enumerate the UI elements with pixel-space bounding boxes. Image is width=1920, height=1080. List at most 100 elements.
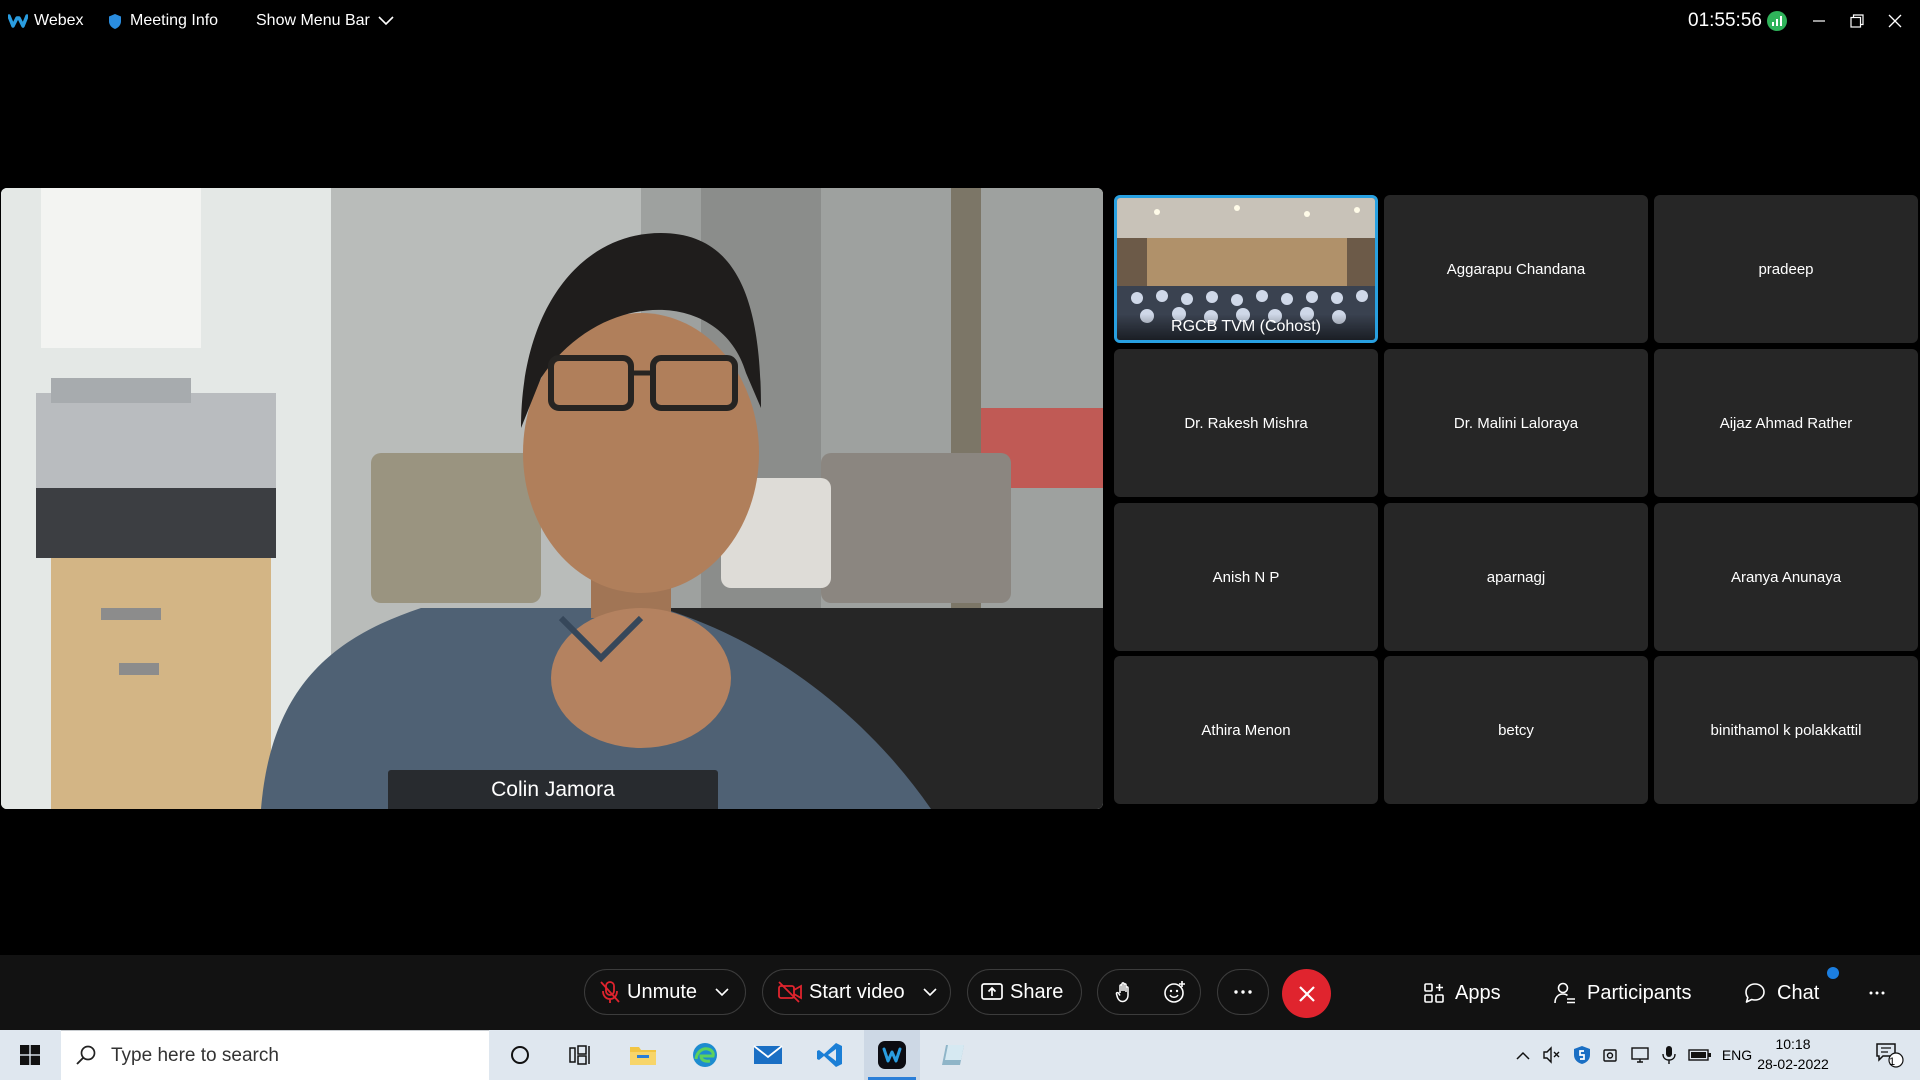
video-off-icon [778,981,802,1003]
clock-date: 28-02-2022 [1757,1056,1829,1072]
participant-tile[interactable]: Aranya Anunaya [1654,503,1918,651]
start-button[interactable] [0,1030,60,1080]
network-status-button[interactable] [1767,0,1787,42]
ellipsis-icon [1869,991,1885,995]
webex-menu[interactable]: Webex [8,0,84,42]
microphone-muted-icon [600,981,620,1003]
webex-logo-icon [8,14,28,28]
participant-tile[interactable]: Aijaz Ahmad Rather [1654,349,1918,497]
webcam-tray-button[interactable] [1598,1030,1624,1080]
chat-bubble-icon [1745,983,1765,1003]
leave-meeting-button[interactable] [1282,969,1331,1018]
apps-label: Apps [1455,981,1501,1004]
notes-app-icon [942,1045,964,1065]
raise-hand-button[interactable] [1098,969,1149,1015]
participant-name: Aranya Anunaya [1730,568,1842,586]
chevron-down-icon [378,16,394,26]
overflow-menu-button[interactable] [1868,975,1896,1011]
raise-hand-icon [1115,982,1129,1003]
webex-app-icon [878,1041,906,1069]
microphone-tray-button[interactable] [1656,1030,1682,1080]
display-tray-button[interactable] [1626,1030,1654,1080]
active-speaker-video[interactable]: Colin Jamora [1,188,1103,809]
more-options-button[interactable] [1217,969,1269,1015]
app-name: Webex [34,12,84,29]
close-button[interactable] [1888,0,1902,42]
hand-reactions-group [1097,969,1201,1015]
unmute-label: Unmute [627,980,698,1003]
chevron-down-icon[interactable] [923,987,937,997]
search-placeholder: Type here to search [111,1044,279,1066]
show-menu-bar-button[interactable]: Show Menu Bar [256,0,394,42]
participant-name: betcy [1498,721,1534,739]
apps-grid-icon [1424,983,1444,1003]
battery-icon [1688,1049,1711,1061]
unmute-button[interactable]: Unmute [584,969,746,1015]
task-view-button[interactable] [552,1030,608,1080]
edge-browser-button[interactable] [677,1030,733,1080]
share-button[interactable]: Share [967,969,1082,1015]
task-view-icon [569,1045,590,1065]
file-explorer-button[interactable] [615,1030,671,1080]
mail-button[interactable] [740,1030,796,1080]
minimize-button[interactable] [1812,0,1826,42]
reactions-button[interactable] [1149,969,1200,1015]
chevron-up-icon [1516,1051,1530,1060]
signal-strength-icon [1767,11,1787,31]
start-video-button[interactable]: Start video [762,969,951,1015]
webex-taskbar-button[interactable] [864,1030,920,1080]
participant-tile-rgcb-tvm[interactable]: RGCB TVM (Cohost) [1114,195,1378,343]
participant-tile[interactable]: Dr. Malini Laloraya [1384,349,1648,497]
participant-name: RGCB TVM (Cohost) [1117,314,1375,340]
camera-tray-icon [1603,1049,1617,1062]
battery-tray-button[interactable] [1684,1030,1716,1080]
taskbar-clock[interactable]: 10:18 28-02-2022 [1753,1034,1833,1074]
participant-name: Anish N P [1212,568,1280,586]
action-center-button[interactable]: 1 [1866,1030,1914,1080]
show-hidden-icons-button[interactable] [1510,1030,1536,1080]
speaker-name-label: Colin Jamora [388,770,718,809]
taskbar-search-box[interactable]: Type here to search [61,1030,489,1080]
participants-icon [1554,982,1575,1004]
participant-tile[interactable]: betcy [1384,656,1648,804]
close-icon [1888,14,1902,28]
participant-name: Dr. Malini Laloraya [1453,414,1579,432]
edge-icon [693,1043,717,1067]
restore-button[interactable] [1850,0,1864,42]
participant-tile[interactable]: Athira Menon [1114,656,1378,804]
shield-icon [109,13,121,29]
security-tray-button[interactable] [1568,1030,1596,1080]
language-indicator[interactable]: ENG [1718,1030,1756,1080]
security-shield-icon [1574,1046,1590,1064]
chevron-down-icon[interactable] [715,987,729,997]
share-screen-icon [981,983,1003,1000]
participant-tile[interactable]: Aggarapu Chandana [1384,195,1648,343]
monitor-icon [1631,1047,1649,1063]
participant-tile[interactable]: pradeep [1654,195,1918,343]
meeting-info-label: Meeting Info [130,12,219,29]
windows-logo-icon [20,1045,40,1065]
participant-tile[interactable]: aparnagj [1384,503,1648,651]
emoji-reaction-icon [1163,981,1185,1003]
cortana-button[interactable] [492,1030,548,1080]
participant-tile[interactable]: Anish N P [1114,503,1378,651]
webex-meeting-window: Webex Meeting Info Show Menu Bar 01:55:5… [0,0,1920,1080]
vscode-button[interactable] [802,1030,858,1080]
notes-app-button[interactable] [926,1030,982,1080]
participant-name: Dr. Rakesh Mishra [1184,414,1308,432]
speaker-muted-icon [1543,1046,1560,1064]
participants-button[interactable]: Participants [1553,975,1692,1011]
cortana-icon [511,1046,529,1064]
participant-name: binithamol k polakkattil [1710,721,1862,739]
volume-button[interactable] [1538,1030,1566,1080]
chat-button[interactable]: Chat [1743,975,1819,1011]
participant-tile[interactable]: Dr. Rakesh Mishra [1114,349,1378,497]
meeting-info-button[interactable]: Meeting Info [108,0,218,42]
restore-icon [1850,14,1864,28]
clock-time: 10:18 [1775,1036,1811,1052]
meeting-controls-bar: Unmute Start video Share Apps Participan… [0,955,1920,1030]
title-bar: Webex Meeting Info Show Menu Bar 01:55:5… [0,0,1920,42]
apps-button[interactable]: Apps [1423,975,1501,1011]
participant-name: aparnagj [1486,568,1546,586]
participant-tile[interactable]: binithamol k polakkattil [1654,656,1918,804]
